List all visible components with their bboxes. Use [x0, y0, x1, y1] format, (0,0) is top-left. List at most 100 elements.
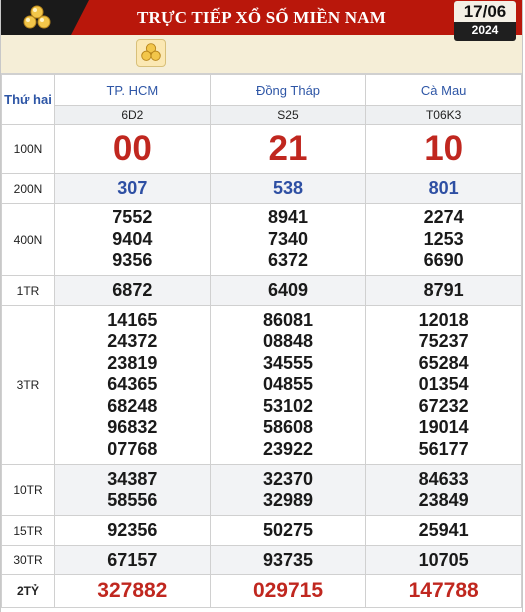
prize-row-100n: 100N 00 21 10: [1, 124, 522, 174]
ticket-code: T06K3: [365, 105, 522, 125]
prize-number: 92356: [54, 515, 211, 546]
prize-number: 7340: [267, 228, 308, 249]
prize-cell: 86081 08848 34555 04855 53102 58608 2392…: [209, 305, 367, 465]
toolbar-band: [1, 35, 522, 74]
header-bar: TRỰC TIẾP XỔ SỐ MIỀN NAM 17/06 2024: [1, 0, 522, 41]
prize-number: 50275: [209, 515, 367, 546]
prize-label: 10TR: [1, 464, 55, 516]
prize-row-400n: 400N 7552 9404 9356 8941 7340 6372 2274 …: [1, 203, 522, 276]
prize-number: 08848: [262, 331, 314, 352]
jackpot-number: 147788: [365, 574, 522, 608]
prize-number: 2274: [423, 207, 464, 228]
coins-icon: [141, 43, 161, 61]
prize-row-10tr: 10TR 34387 58556 32370 32989 84633 23849: [1, 464, 522, 516]
prize-number: 12018: [418, 309, 469, 330]
prize-label: 400N: [1, 203, 55, 276]
date-badge: 17/06 2024: [454, 1, 516, 41]
prize-row-200n: 200N 307 538 801: [1, 173, 522, 204]
province-row: Thứ hai TP. HCM Đồng Tháp Cà Mau: [1, 74, 522, 125]
prize-number: 67232: [418, 395, 469, 416]
prize-number: 68248: [107, 395, 158, 416]
prize-number: 6872: [54, 275, 211, 306]
prize-row-3tr: 3TR 14165 24372 23819 64365 68248 96832 …: [1, 305, 522, 465]
prize-number: 9404: [112, 228, 153, 249]
jackpot-number: 029715: [209, 574, 367, 608]
prize-row-30tr: 30TR 67157 93735 10705: [1, 545, 522, 575]
prize-number: 538: [209, 173, 367, 204]
prize-row-2ty: 2TỶ 327882 029715 147788: [1, 574, 522, 608]
prize-cell: 7552 9404 9356: [54, 203, 211, 276]
prize-number: 32989: [262, 490, 314, 510]
prize-number: 14165: [107, 309, 158, 330]
province-link[interactable]: TP. HCM: [54, 74, 211, 106]
prize-number: 53102: [262, 395, 314, 416]
prize-number: 8941: [267, 207, 308, 228]
province-link[interactable]: Cà Mau: [365, 74, 522, 106]
prize-cell: 34387 58556: [54, 464, 211, 516]
prize-number: 67157: [54, 545, 211, 575]
prize-label: 30TR: [1, 545, 55, 575]
prize-number: 7552: [112, 207, 153, 228]
prize-number: 00: [54, 124, 211, 174]
prize-number: 58608: [262, 417, 314, 438]
jackpot-number: 327882: [54, 574, 211, 608]
date-year: 2024: [471, 23, 499, 37]
prize-number: 25941: [365, 515, 522, 546]
prize-cell: 14165 24372 23819 64365 68248 96832 0776…: [54, 305, 211, 465]
prize-row-15tr: 15TR 92356 50275 25941: [1, 515, 522, 546]
prize-cell: 84633 23849: [365, 464, 522, 516]
prize-number: 34387: [107, 468, 158, 489]
prize-number: 10705: [365, 545, 522, 575]
prize-number: 84633: [418, 468, 469, 489]
prize-number: 75237: [418, 331, 469, 352]
prize-number: 93735: [209, 545, 367, 575]
prize-number: 64365: [107, 374, 158, 395]
province-link[interactable]: Đồng Tháp: [209, 74, 367, 106]
results-table: Thứ hai TP. HCM Đồng Tháp Cà Mau 6D2 S25…: [1, 74, 522, 608]
prize-number: 34555: [262, 352, 314, 373]
code-row: 6D2 S25 T06K3: [2, 105, 522, 125]
prize-number: 24372: [107, 331, 158, 352]
prize-number: 86081: [262, 309, 314, 330]
prize-label: 1TR: [1, 275, 55, 306]
prize-number: 6409: [209, 275, 367, 306]
prize-number: 6372: [267, 250, 308, 271]
prize-label: 15TR: [1, 515, 55, 546]
prize-label: 3TR: [1, 305, 55, 465]
prize-number: 04855: [262, 374, 314, 395]
prize-number: 9356: [112, 250, 153, 271]
prize-number: 23819: [107, 352, 158, 373]
page-title: TRỰC TIẾP XỔ SỐ MIỀN NAM: [137, 8, 386, 27]
prize-label: 200N: [1, 173, 55, 204]
prize-number: 58556: [107, 490, 158, 510]
prize-number: 07768: [107, 438, 158, 459]
prize-number: 1253: [423, 228, 464, 249]
date-day: 17/06: [454, 1, 516, 22]
prize-number: 6690: [423, 250, 464, 271]
prize-cell: 12018 75237 65284 01354 67232 19014 5617…: [365, 305, 522, 465]
prize-number: 96832: [107, 417, 158, 438]
prize-number: 801: [365, 173, 522, 204]
prize-label: 100N: [1, 124, 55, 174]
lottery-widget: TRỰC TIẾP XỔ SỐ MIỀN NAM 17/06 2024 Thứ …: [0, 0, 523, 612]
ticket-code: 6D2: [54, 105, 211, 125]
prize-number: 23922: [262, 438, 314, 459]
prize-number: 10: [365, 124, 522, 174]
prize-number: 32370: [262, 468, 314, 489]
prize-label: 2TỶ: [1, 574, 55, 608]
prize-cell: 32370 32989: [209, 464, 367, 516]
day-label: Thứ hai: [1, 74, 55, 125]
prize-number: 307: [54, 173, 211, 204]
prize-number: 8791: [365, 275, 522, 306]
coins-button[interactable]: [136, 39, 166, 67]
ticket-code: S25: [209, 105, 367, 125]
prize-cell: 8941 7340 6372: [209, 203, 367, 276]
prize-number: 65284: [418, 352, 469, 373]
prize-number: 56177: [418, 438, 469, 459]
prize-number: 19014: [418, 417, 469, 438]
prize-number: 21: [209, 124, 367, 174]
prize-row-1tr: 1TR 6872 6409 8791: [1, 275, 522, 306]
prize-cell: 2274 1253 6690: [365, 203, 522, 276]
prize-number: 23849: [418, 490, 469, 510]
prize-number: 01354: [418, 374, 469, 395]
